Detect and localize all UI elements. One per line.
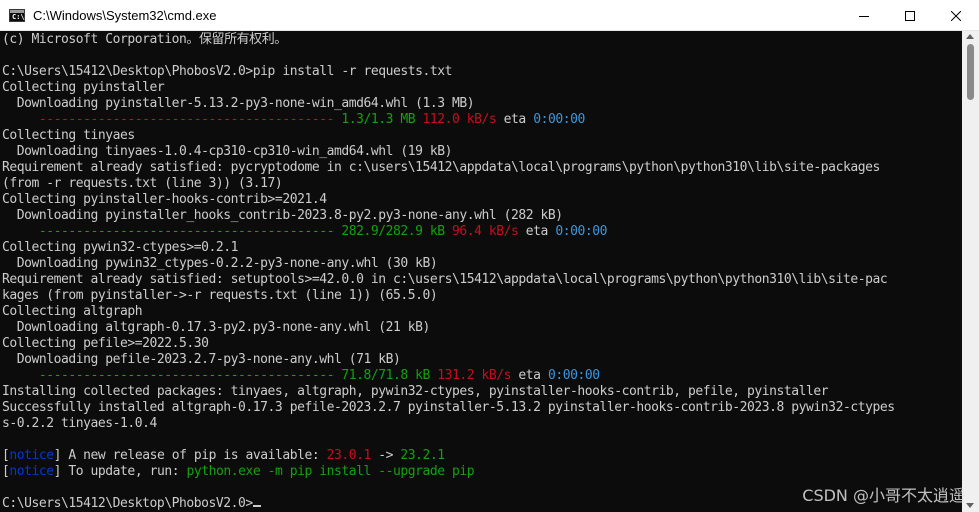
console-line: (c) Microsoft Corporation。保留所有权利。: [2, 32, 287, 47]
upgrade-command: python.exe -m pip install --upgrade pip: [186, 464, 475, 479]
console-line: Collecting pywin32-ctypes>=0.2.1: [2, 240, 239, 255]
console-line: Successfully installed altgraph-0.17.3 p…: [2, 400, 895, 415]
progress-bar: ----------------------------------------: [2, 112, 342, 127]
maximize-button[interactable]: [887, 0, 933, 31]
minimize-button[interactable]: [841, 0, 887, 31]
console-line: Collecting tinyaes: [2, 128, 135, 143]
console-line: kages (from pyinstaller->-r requests.txt…: [2, 288, 438, 303]
progress-size: 71.8/71.8 kB: [341, 368, 430, 383]
notice-line: [notice] To update, run: python.exe -m p…: [2, 464, 475, 480]
notice-text: A new release of pip is available:: [61, 448, 327, 463]
notice-line: [notice] A new release of pip is availab…: [2, 448, 445, 464]
console-line: Downloading altgraph-0.17.3-py2.py3-none…: [2, 320, 431, 335]
watermark: CSDN @小哥不太逍遥: [802, 486, 965, 505]
console-line: Downloading pywin32_ctypes-0.2.2-py3-non…: [2, 256, 438, 271]
progress-eta: 0:00:00: [533, 112, 585, 127]
console-line: Downloading tinyaes-1.0.4-cp310-cp310-wi…: [2, 144, 453, 159]
window-title: C:\Windows\System32\cmd.exe: [33, 8, 217, 23]
console-line: Collecting altgraph: [2, 304, 143, 319]
console-line: Collecting pefile>=2022.5.30: [2, 336, 209, 351]
console-line: Downloading pyinstaller-5.13.2-py3-none-…: [2, 96, 475, 111]
progress-size: 282.9/282.9 kB: [341, 224, 445, 239]
console-line: Installing collected packages: tinyaes, …: [2, 384, 829, 399]
progress-eta-label: eta: [525, 224, 549, 239]
close-icon: [951, 10, 961, 21]
console-line: Collecting pyinstaller-hooks-contrib>=20…: [2, 192, 327, 207]
progress-eta: 0:00:00: [555, 224, 607, 239]
version-arrow: ->: [370, 448, 401, 463]
progress-size: 1.3/1.3 MB: [341, 112, 416, 127]
progress-line: ----------------------------------------…: [2, 368, 600, 384]
notice-text: To update, run:: [61, 464, 187, 479]
progress-eta-label: eta: [503, 112, 527, 127]
progress-line: ----------------------------------------…: [2, 112, 585, 128]
prompt: C:\Users\15412\Desktop\PhobosV2.0>: [2, 496, 253, 511]
vertical-scrollbar[interactable]: [962, 31, 979, 512]
progress-speed: 112.0 kB/s: [422, 112, 497, 127]
progress-speed: 96.4 kB/s: [452, 224, 519, 239]
minimize-icon: [859, 15, 869, 17]
console-line: (from -r requests.txt (line 3)) (3.17): [2, 176, 283, 191]
notice-bracket: ]: [53, 464, 62, 479]
progress-bar: ----------------------------------------: [2, 368, 342, 383]
title-bar[interactable]: C:\ C:\Windows\System32\cmd.exe: [0, 0, 979, 31]
notice-tag: notice: [9, 448, 54, 463]
console-line: Requirement already satisfied: pycryptod…: [2, 160, 880, 175]
maximize-icon: [905, 10, 915, 21]
console-line: Downloading pyinstaller_hooks_contrib-20…: [2, 208, 563, 223]
scroll-up-icon[interactable]: [966, 34, 974, 39]
new-version: 23.2.1: [400, 448, 445, 463]
progress-speed: 131.2 kB/s: [437, 368, 512, 383]
text-cursor: [252, 505, 261, 507]
console-line: C:\Users\15412\Desktop\PhobosV2.0>pip in…: [2, 64, 452, 79]
cmd-window: C:\ C:\Windows\System32\cmd.exe (c) Micr…: [0, 0, 979, 512]
progress-bar: ----------------------------------------: [2, 224, 342, 239]
scroll-down-icon[interactable]: [966, 503, 974, 508]
notice-tag: notice: [9, 464, 54, 479]
console-line: Collecting pyinstaller: [2, 80, 165, 95]
progress-line: ----------------------------------------…: [2, 224, 608, 240]
scroll-thumb[interactable]: [967, 44, 974, 100]
console-line: Requirement already satisfied: setuptool…: [2, 272, 888, 287]
console-output[interactable]: (c) Microsoft Corporation。保留所有权利。 C:\Use…: [0, 31, 962, 512]
progress-eta: 0:00:00: [547, 368, 600, 383]
old-version: 23.0.1: [326, 448, 372, 463]
close-button[interactable]: [933, 0, 979, 31]
console-line: s-0.2.2 tinyaes-1.0.4: [2, 416, 157, 431]
notice-bracket: ]: [53, 448, 62, 463]
progress-eta-label: eta: [518, 368, 541, 383]
cmd-icon: C:\: [9, 9, 25, 22]
prompt-line[interactable]: C:\Users\15412\Desktop\PhobosV2.0>: [2, 496, 261, 512]
console-line: Downloading pefile-2023.2.7-py3-none-any…: [2, 352, 401, 367]
